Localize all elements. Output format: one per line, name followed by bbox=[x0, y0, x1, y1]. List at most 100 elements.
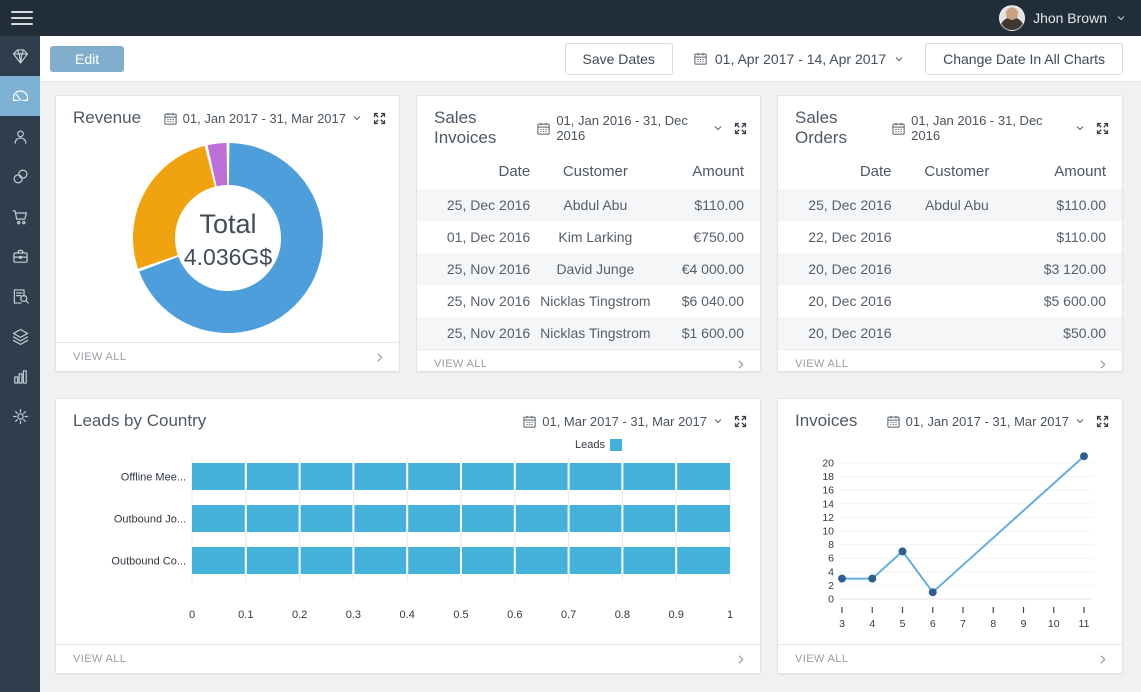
avatar bbox=[999, 5, 1025, 31]
svg-text:0: 0 bbox=[828, 593, 834, 605]
card-revenue: Revenue 01, Jan 2017 - 31, Mar 2017 Tota… bbox=[55, 95, 400, 372]
view-all-link[interactable]: VIEW ALL bbox=[778, 349, 1122, 372]
svg-text:0.5: 0.5 bbox=[453, 609, 468, 621]
svg-text:6: 6 bbox=[828, 552, 834, 564]
table-cell: 22, Dec 2016 bbox=[778, 221, 892, 253]
dashboard-gauge-icon bbox=[10, 86, 31, 107]
svg-text:14: 14 bbox=[822, 498, 834, 510]
global-date-range: 01, Apr 2017 - 14, Apr 2017 bbox=[715, 51, 886, 67]
sidebar-item-invoice-search[interactable] bbox=[0, 276, 40, 316]
sidebar-item-contacts[interactable] bbox=[0, 116, 40, 156]
svg-text:9: 9 bbox=[1020, 618, 1026, 630]
view-all-link[interactable]: VIEW ALL bbox=[778, 644, 1122, 673]
svg-text:10: 10 bbox=[1047, 618, 1059, 630]
change-date-all-charts-button[interactable]: Change Date In All Charts bbox=[925, 43, 1123, 75]
sidebar-item-diamond[interactable] bbox=[0, 36, 40, 76]
svg-text:7: 7 bbox=[960, 618, 966, 630]
chevron-right-icon bbox=[734, 653, 747, 666]
sales-orders-date-picker[interactable]: 01, Jan 2016 - 31, Dec 2016 bbox=[891, 113, 1086, 143]
table-cell: $110.00 bbox=[1022, 221, 1122, 253]
table-row[interactable]: 01, Dec 2016Kim Larking€750.00 bbox=[417, 221, 760, 253]
sidebar-item-settings-gear[interactable] bbox=[0, 396, 40, 436]
chevron-down-icon bbox=[893, 53, 905, 65]
revenue-date-picker[interactable]: 01, Jan 2017 - 31, Mar 2017 bbox=[163, 111, 363, 126]
legend-label: Leads bbox=[575, 439, 605, 451]
table-cell: 25, Dec 2016 bbox=[417, 189, 530, 221]
table-row[interactable]: 20, Dec 2016$5 600.00 bbox=[778, 285, 1122, 317]
chevron-right-icon bbox=[1096, 653, 1109, 666]
user-name: Jhon Brown bbox=[1033, 10, 1107, 26]
edit-button[interactable]: Edit bbox=[50, 46, 124, 72]
svg-text:Outbound Jo...: Outbound Jo... bbox=[114, 514, 186, 526]
table-cell: $50.00 bbox=[1022, 317, 1122, 349]
table-cell: $3 120.00 bbox=[1022, 253, 1122, 285]
view-all-link[interactable]: VIEW ALL bbox=[56, 644, 760, 673]
svg-text:Offline Mee...: Offline Mee... bbox=[121, 472, 186, 484]
table-cell: €4 000.00 bbox=[661, 253, 760, 285]
sidebar-item-dashboard-gauge[interactable] bbox=[0, 76, 40, 116]
svg-text:3: 3 bbox=[839, 618, 845, 630]
table-row[interactable]: 20, Dec 2016 $3 120.00 bbox=[778, 253, 1122, 285]
view-all-link[interactable]: VIEW ALL bbox=[56, 342, 399, 371]
table-cell: €750.00 bbox=[661, 221, 760, 253]
sales-invoices-date-picker[interactable]: 01, Jan 2016 - 31, Dec 2016 bbox=[536, 113, 724, 143]
calendar-icon bbox=[891, 121, 906, 136]
table-row[interactable]: 25, Nov 2016David Junge€4 000.00 bbox=[417, 253, 760, 285]
global-date-picker[interactable]: 01, Apr 2017 - 14, Apr 2017 bbox=[689, 51, 909, 67]
svg-text:0.4: 0.4 bbox=[400, 609, 415, 621]
svg-text:2: 2 bbox=[828, 579, 834, 591]
table-cell: 25, Nov 2016 bbox=[417, 253, 530, 285]
expand-icon[interactable] bbox=[1095, 414, 1110, 429]
save-dates-button[interactable]: Save Dates bbox=[565, 43, 673, 75]
chevron-down-icon bbox=[1115, 12, 1127, 24]
settings-gear-icon bbox=[10, 406, 31, 427]
leads-bar-chart: Leads Offline Mee... Outbound Jo... Outbou… bbox=[56, 437, 760, 644]
svg-text:0.2: 0.2 bbox=[292, 609, 307, 621]
table-cell: 25, Nov 2016 bbox=[417, 285, 530, 317]
table-row[interactable]: 20, Dec 2016$50.00 bbox=[778, 317, 1122, 349]
menu-icon[interactable] bbox=[9, 7, 35, 29]
svg-text:Total: Total bbox=[199, 209, 256, 239]
table-cell: $1 600.00 bbox=[661, 317, 760, 349]
svg-text:Outbound Co...: Outbound Co... bbox=[111, 556, 186, 568]
table-cell: David Junge bbox=[530, 253, 660, 285]
column-header-date: Date bbox=[778, 154, 892, 189]
leads-date-picker[interactable]: 01, Mar 2017 - 31, Mar 2017 bbox=[522, 414, 724, 429]
sales-invoices-table: DateCustomerAmount25, Dec 2016Abdul Abu$… bbox=[417, 154, 760, 349]
table-row[interactable]: 25, Nov 2016Nicklas Tingstrom$1 600.00 bbox=[417, 317, 760, 349]
user-menu[interactable]: Jhon Brown bbox=[999, 5, 1127, 31]
table-row[interactable]: 22, Dec 2016 $110.00 bbox=[778, 221, 1122, 253]
invoices-date-picker[interactable]: 01, Jan 2017 - 31, Mar 2017 bbox=[886, 414, 1086, 429]
sidebar-item-bar-chart[interactable] bbox=[0, 356, 40, 396]
card-leads-by-country: Leads by Country 01, Mar 2017 - 31, Mar … bbox=[55, 398, 761, 674]
expand-icon[interactable] bbox=[372, 111, 387, 126]
table-row[interactable]: 25, Dec 2016Abdul Abu$110.00 bbox=[417, 189, 760, 221]
card-invoices: Invoices 01, Jan 2017 - 31, Mar 2017 0 2 4… bbox=[777, 398, 1123, 674]
view-all-label: VIEW ALL bbox=[434, 358, 487, 370]
sidebar-item-cart[interactable] bbox=[0, 196, 40, 236]
chevron-down-icon bbox=[1074, 122, 1086, 134]
expand-icon[interactable] bbox=[1095, 121, 1110, 136]
date-range-label: 01, Jan 2017 - 31, Mar 2017 bbox=[906, 414, 1069, 429]
table-cell: 20, Dec 2016 bbox=[778, 253, 892, 285]
table-row[interactable]: 25, Nov 2016Nicklas Tingstrom$6 040.00 bbox=[417, 285, 760, 317]
svg-text:4: 4 bbox=[869, 618, 875, 630]
expand-icon[interactable] bbox=[733, 414, 748, 429]
table-cell bbox=[892, 253, 1023, 285]
sidebar-item-briefcase[interactable] bbox=[0, 236, 40, 276]
sidebar-item-layers[interactable] bbox=[0, 316, 40, 356]
view-all-label: VIEW ALL bbox=[73, 653, 126, 665]
table-row[interactable]: 25, Dec 2016Abdul Abu$110.00 bbox=[778, 189, 1122, 221]
svg-text:20: 20 bbox=[822, 457, 834, 469]
calendar-icon bbox=[693, 51, 708, 66]
column-header-date: Date bbox=[417, 154, 530, 189]
expand-icon[interactable] bbox=[733, 121, 748, 136]
view-all-label: VIEW ALL bbox=[795, 358, 848, 370]
card-title: Invoices bbox=[795, 411, 857, 431]
cart-icon bbox=[10, 206, 31, 227]
svg-text:16: 16 bbox=[822, 484, 834, 496]
table-cell: Kim Larking bbox=[530, 221, 660, 253]
sidebar-item-link[interactable] bbox=[0, 156, 40, 196]
view-all-link[interactable]: VIEW ALL bbox=[417, 349, 760, 372]
svg-text:0.9: 0.9 bbox=[669, 609, 684, 621]
